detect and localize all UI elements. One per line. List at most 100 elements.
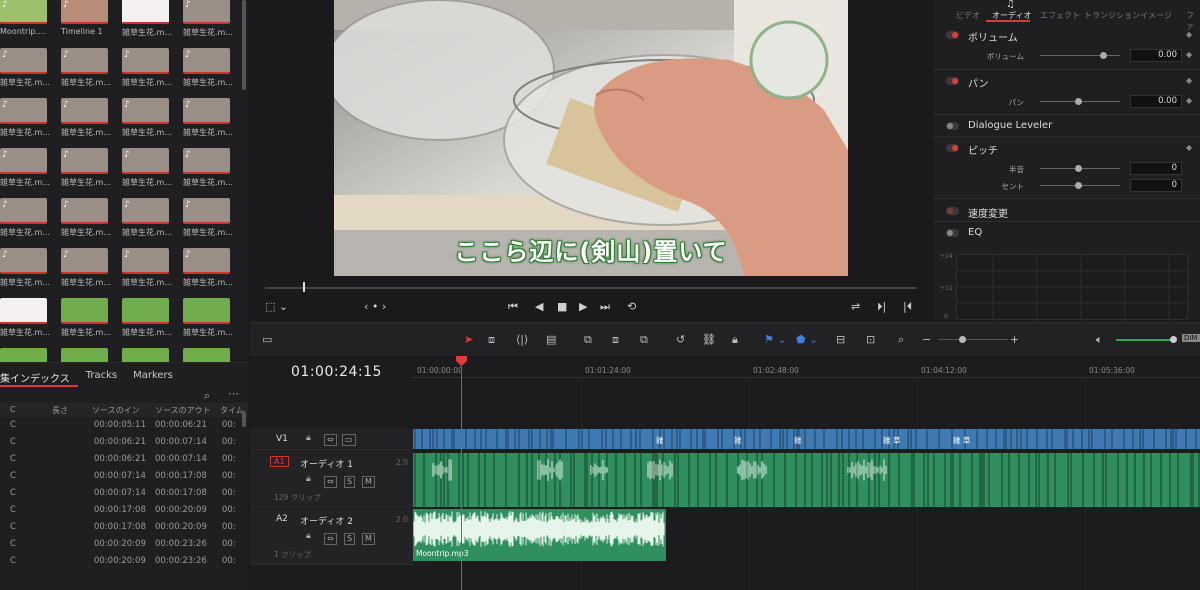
zoom-slider-knob[interactable]	[959, 336, 966, 343]
volume-slider[interactable]	[1040, 55, 1120, 56]
timeline-playhead[interactable]	[461, 356, 462, 590]
track-header-v1[interactable]: V1 🔒︎ ⇔ ▭	[250, 429, 413, 451]
pitch-semitone-knob[interactable]	[1075, 165, 1082, 172]
timeline-view-options-icon[interactable]: ▭	[262, 333, 272, 346]
loop-icon[interactable]: ⟲	[627, 300, 636, 313]
lock-icon[interactable]: 🔒︎	[306, 433, 311, 443]
blade-tool-icon[interactable]: ▤	[546, 333, 556, 346]
media-pool-item[interactable]: ♪ 雑草生花.m...	[61, 198, 111, 238]
media-pool-item[interactable]: 雑草生花.m...	[122, 0, 172, 38]
mute-button[interactable]: M	[362, 476, 375, 488]
track-header-a2[interactable]: A2 オーディオ 2 2.0 🔒︎ ⇔ S M 1 クリップ	[250, 509, 413, 565]
table-row[interactable]: C 00:00:07:14 00:00:17:08 00:	[0, 485, 248, 502]
speaker-icon[interactable]: 🔈︎	[1096, 333, 1103, 347]
dynamic-trim-icon[interactable]: ⟨|⟩	[516, 333, 528, 346]
track-enable-icon[interactable]: ▭	[342, 434, 356, 446]
table-row[interactable]: C 00:00:05:11 00:00:06:21 00:	[0, 417, 248, 434]
pitch-cent-knob[interactable]	[1075, 182, 1082, 189]
table-row[interactable]: C 00:00:20:09 00:00:23:26 00:	[0, 536, 248, 553]
media-pool-item[interactable]: 雑草生花.m...	[61, 298, 111, 338]
linked-selection-icon[interactable]: ⛓	[702, 333, 716, 346]
media-pool-item[interactable]: ♪ 雑草生花.m...	[122, 248, 172, 288]
media-pool-item[interactable]: 雑草生花.m...	[183, 298, 233, 338]
more-options-icon[interactable]: ⋯	[228, 387, 239, 400]
viewer-nav-icon[interactable]: ‹ • ›	[364, 300, 386, 313]
column-header-duration[interactable]: 長さ	[52, 405, 68, 416]
media-pool-item[interactable]: ♪ 雑草生花.m...	[0, 98, 50, 138]
pitch-cent-value[interactable]: 0	[1130, 179, 1182, 192]
search-icon[interactable]: ⌕	[204, 389, 210, 403]
replace-clip-icon[interactable]: ⧉	[640, 333, 648, 347]
table-row[interactable]: C 00:00:20:09 00:00:23:26 00:	[0, 553, 248, 570]
media-pool-item[interactable]: ♪ 雑草生花.m...	[61, 248, 111, 288]
column-header-c[interactable]: C	[10, 405, 16, 414]
viewer-scrubber-playhead[interactable]	[303, 282, 305, 292]
audio-clip-moontrip[interactable]: Moontrip.mp3	[413, 509, 666, 561]
media-pool-item[interactable]: 雑草生花.m...	[122, 348, 172, 362]
keyframe-icon[interactable]: ◆	[1186, 143, 1192, 152]
media-pool-item[interactable]: 雑草生花.m...	[0, 348, 50, 362]
edit-index-scrollbar[interactable]	[242, 411, 246, 427]
volume-value[interactable]: 0.00	[1130, 49, 1182, 62]
zoom-custom-icon[interactable]: ⌕	[898, 333, 904, 347]
media-pool-item[interactable]: 雑草生花.m...	[183, 348, 233, 362]
audio-clips-a1[interactable]	[413, 453, 1200, 507]
track-badge-a1[interactable]: A1	[270, 456, 289, 467]
lock-icon[interactable]: 🔒︎	[306, 474, 311, 484]
stop-icon[interactable]: ■	[557, 300, 567, 313]
media-pool-item[interactable]: ♪ 雑草生花.m...	[183, 148, 233, 188]
media-pool-item[interactable]: ♪ 雑草生花.m...	[61, 98, 111, 138]
media-pool-item[interactable]: ♪ 雑草生花.m...	[122, 48, 172, 88]
lock-icon[interactable]: 🔒︎	[306, 531, 311, 541]
go-to-end-icon[interactable]: ⏭	[600, 300, 610, 314]
keyframe-icon[interactable]: ◆	[1186, 96, 1192, 105]
media-pool-item[interactable]: ♪ 雑草生花.m...	[122, 198, 172, 238]
timeline-timecode[interactable]: 01:00:24:15	[291, 364, 382, 380]
media-pool-item[interactable]: ♪ Timeline 1	[61, 0, 111, 36]
timeline-ruler[interactable]: 01:00:00:00 01:01:24:00 01:02:48:00 01:0…	[413, 356, 1200, 378]
media-pool-item[interactable]: 雑草生花.m...	[0, 298, 50, 338]
prev-edit-icon[interactable]: |⏴	[903, 300, 912, 314]
media-pool-item[interactable]: ♪ 雑草生花.m...	[61, 48, 111, 88]
eq-graph[interactable]	[956, 254, 1189, 321]
pan-value[interactable]: 0.00	[1130, 95, 1182, 108]
table-row[interactable]: C 00:00:07:14 00:00:17:08 00:	[0, 468, 248, 485]
play-icon[interactable]: ▶	[579, 300, 587, 313]
pan-slider-knob[interactable]	[1075, 98, 1082, 105]
overwrite-clip-icon[interactable]: ⧈	[612, 333, 619, 347]
media-pool-item[interactable]: ♪ 雑草生花.m...	[61, 148, 111, 188]
eq-toggle[interactable]	[946, 229, 959, 237]
keyframe-icon[interactable]: ◆	[1186, 30, 1192, 39]
auto-track-select-icon[interactable]: ⇔	[324, 476, 337, 488]
auto-track-select-icon[interactable]: ⇔	[324, 434, 337, 446]
tab-edit-index[interactable]: 集インデックス	[0, 367, 78, 387]
snapping-icon[interactable]: ↺	[676, 333, 685, 346]
zoom-in-icon[interactable]: +	[1010, 333, 1019, 346]
zoom-detail-icon[interactable]: ⊡	[866, 333, 875, 346]
marker-icon[interactable]: ⬟ ⌄	[796, 333, 818, 346]
master-volume-slider[interactable]	[1116, 339, 1172, 341]
media-pool-item[interactable]: ♪ 雑草生花.m...	[183, 198, 233, 238]
table-row[interactable]: C 00:00:17:08 00:00:20:09 00:	[0, 519, 248, 536]
position-lock-icon[interactable]: 🔒︎	[732, 333, 738, 347]
auto-track-select-icon[interactable]: ⇔	[324, 533, 337, 545]
next-edit-icon[interactable]: ⏵|	[877, 300, 886, 314]
trim-tool-icon[interactable]: ⧈	[488, 333, 495, 347]
viewer-crop-icon[interactable]: ⬚ ⌄	[265, 300, 288, 313]
media-pool-item[interactable]: 雑草生花.m...	[122, 298, 172, 338]
column-header-source-in[interactable]: ソースのイン	[92, 405, 140, 416]
keyframe-icon[interactable]: ◆	[1186, 76, 1192, 85]
tab-tracks[interactable]: Tracks	[78, 367, 125, 387]
insert-clip-icon[interactable]: ⧉	[584, 333, 592, 347]
pitch-semitone-value[interactable]: 0	[1130, 162, 1182, 175]
volume-slider-knob[interactable]	[1100, 52, 1107, 59]
tab-transition[interactable]: トランジション	[1084, 10, 1140, 21]
video-clips[interactable]	[413, 429, 1200, 449]
master-volume-knob[interactable]	[1170, 336, 1177, 343]
media-pool-scrollbar[interactable]	[242, 0, 246, 90]
media-pool-item[interactable]: ♪ 雑草生花.m...	[122, 148, 172, 188]
media-pool-item[interactable]: ♪ 雑草生花.m...	[183, 0, 233, 38]
selection-tool-icon[interactable]: ➤	[464, 333, 473, 346]
tab-video[interactable]: ビデオ	[956, 10, 980, 21]
table-row[interactable]: C 00:00:06:21 00:00:07:14 00:	[0, 451, 248, 468]
